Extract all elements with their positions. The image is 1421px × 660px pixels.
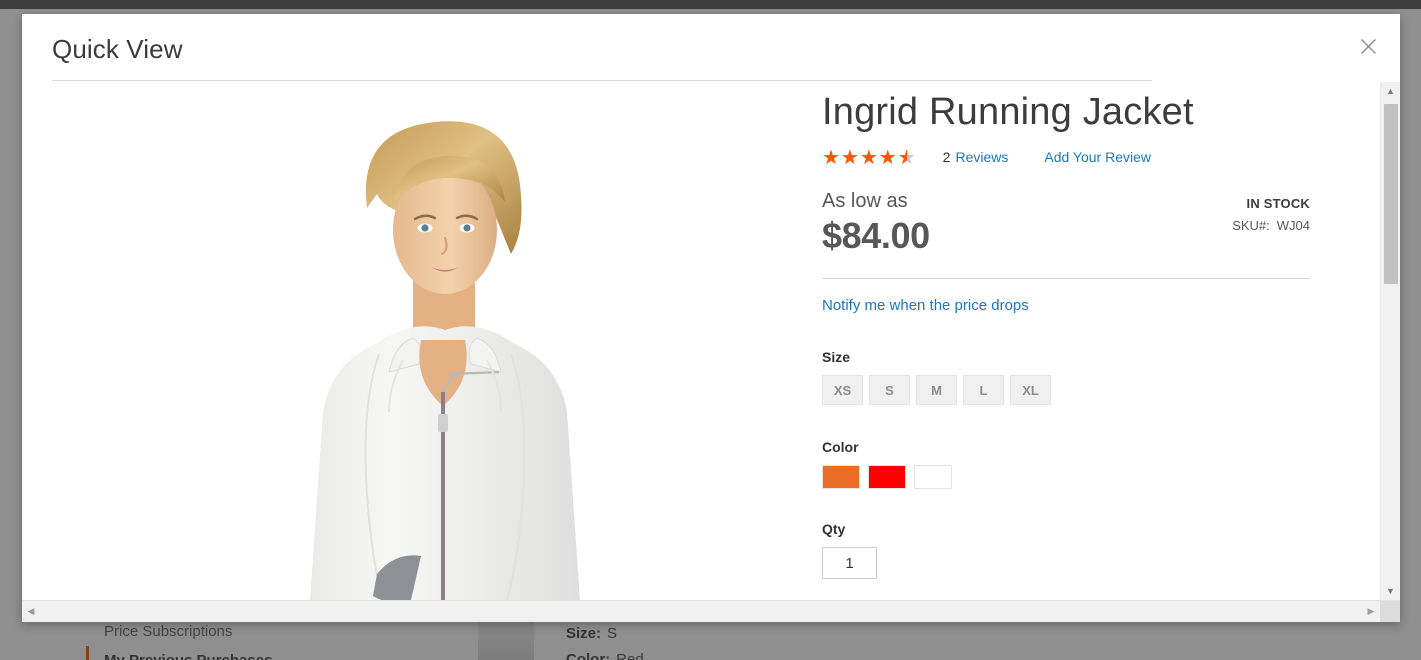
vertical-scroll-thumb[interactable]: [1384, 104, 1398, 284]
qty-label: Qty: [822, 521, 846, 537]
quick-view-modal: Quick View Ingrid Running Jacket ★★★★★ ★…: [22, 14, 1400, 622]
notify-price-drop-link[interactable]: Notify me when the price drops: [822, 297, 1029, 314]
horizontal-scroll-track[interactable]: [40, 601, 1362, 622]
horizontal-scrollbar[interactable]: ◀ ▶: [22, 600, 1400, 622]
color-label: Color: [822, 439, 859, 455]
color-swatch-orange[interactable]: [822, 465, 860, 489]
reviews-link[interactable]: 2 Reviews: [943, 149, 1009, 165]
size-swatch-xl[interactable]: XL: [1010, 375, 1051, 405]
size-swatch-s[interactable]: S: [869, 375, 910, 405]
size-swatch-m[interactable]: M: [916, 375, 957, 405]
price-block: As low as $84.00 IN STOCK SKU#: WJ04: [822, 188, 1310, 262]
reviews-count: 2: [942, 149, 951, 165]
modal-header: Quick View: [22, 14, 1400, 82]
qty-group: Qty: [822, 521, 1310, 579]
star-rating-filled: ★★★★★: [822, 147, 907, 167]
close-icon: [1360, 38, 1377, 55]
size-swatch-l[interactable]: L: [963, 375, 1004, 405]
sku-label: SKU#:: [1232, 218, 1270, 233]
color-swatch-row: [822, 465, 1310, 489]
availability-block: IN STOCK SKU#: WJ04: [1232, 194, 1310, 238]
scroll-right-arrow-icon[interactable]: ▶: [1362, 601, 1380, 622]
size-option-group: Size XS S M L XL: [822, 349, 1310, 405]
sku-line: SKU#: WJ04: [1232, 214, 1310, 238]
rating-summary: ★★★★★ ★★★★★ 2Reviews Add Your Review: [822, 144, 1310, 170]
color-swatch-red[interactable]: [868, 465, 906, 489]
star-rating[interactable]: ★★★★★ ★★★★★: [822, 147, 917, 167]
size-swatch-row: XS S M L XL: [822, 375, 1310, 405]
color-option-group: Color: [822, 439, 1310, 489]
modal-title: Quick View: [52, 34, 183, 64]
page-root: Price Subscriptions My Previous Purchase…: [0, 0, 1421, 660]
add-your-review-link[interactable]: Add Your Review: [1044, 149, 1151, 165]
sku-value: WJ04: [1276, 218, 1310, 233]
status-badge: IN STOCK: [1246, 196, 1310, 211]
header-divider: [52, 80, 1152, 81]
scroll-left-arrow-icon[interactable]: ◀: [22, 601, 40, 622]
close-button[interactable]: [1348, 26, 1388, 66]
scroll-down-arrow-icon[interactable]: ▼: [1381, 582, 1400, 600]
info-divider: [822, 278, 1310, 279]
product-image: [227, 88, 647, 600]
reviews-label: Reviews: [955, 149, 1009, 165]
scrollbar-corner: [1380, 601, 1400, 622]
color-swatch-white[interactable]: [914, 465, 952, 489]
size-swatch-xs[interactable]: XS: [822, 375, 863, 405]
product-info: Ingrid Running Jacket ★★★★★ ★★★★★ 2Revie…: [812, 82, 1356, 600]
product-title: Ingrid Running Jacket: [822, 91, 1194, 133]
size-label: Size: [822, 349, 851, 365]
vertical-scrollbar[interactable]: ▲ ▼: [1380, 82, 1400, 600]
qty-input[interactable]: [822, 547, 877, 579]
product-media: [22, 82, 812, 600]
modal-body: Ingrid Running Jacket ★★★★★ ★★★★★ 2Revie…: [22, 82, 1400, 622]
scroll-up-arrow-icon[interactable]: ▲: [1381, 82, 1400, 100]
product-quick-view: Ingrid Running Jacket ★★★★★ ★★★★★ 2Revie…: [22, 82, 1356, 600]
